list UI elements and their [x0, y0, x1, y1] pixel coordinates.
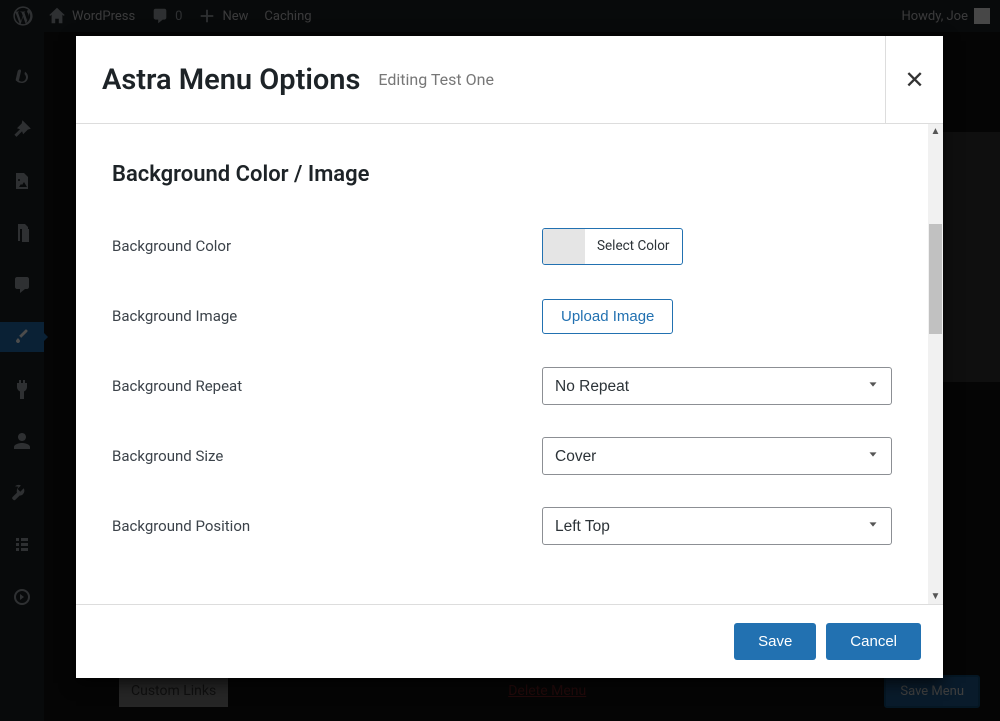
- field-background-position: Background Position Left Top: [112, 507, 898, 545]
- cancel-button[interactable]: Cancel: [826, 623, 921, 660]
- close-button[interactable]: ✕: [885, 36, 943, 124]
- bg-size-label: Background Size: [112, 447, 542, 465]
- select-color-label: Select Color: [585, 238, 682, 254]
- select-color-button[interactable]: Select Color: [542, 228, 683, 265]
- color-swatch: [543, 229, 585, 264]
- save-button[interactable]: Save: [734, 623, 816, 660]
- field-background-repeat: Background Repeat No Repeat: [112, 367, 898, 405]
- scroll-up-icon[interactable]: ▲: [928, 124, 943, 139]
- bg-image-label: Background Image: [112, 307, 542, 325]
- scroll-thumb[interactable]: [929, 224, 942, 334]
- bg-color-label: Background Color: [112, 237, 542, 255]
- scrollbar[interactable]: ▲ ▼: [928, 124, 943, 604]
- field-background-color: Background Color Select Color: [112, 227, 898, 265]
- upload-image-button[interactable]: Upload Image: [542, 299, 673, 334]
- bg-position-select[interactable]: Left Top: [542, 507, 892, 545]
- field-background-size: Background Size Cover: [112, 437, 898, 475]
- scroll-down-icon[interactable]: ▼: [928, 589, 943, 604]
- close-icon: ✕: [904, 66, 924, 94]
- bg-repeat-select[interactable]: No Repeat: [542, 367, 892, 405]
- astra-menu-options-modal: Astra Menu Options Editing Test One ✕ Ba…: [76, 36, 943, 678]
- modal-header: Astra Menu Options Editing Test One ✕: [76, 36, 943, 124]
- field-background-image: Background Image Upload Image: [112, 297, 898, 335]
- modal-body: Background Color / Image Background Colo…: [76, 124, 943, 604]
- modal-footer: Save Cancel: [76, 604, 943, 678]
- section-title: Background Color / Image: [112, 162, 898, 187]
- bg-size-select[interactable]: Cover: [542, 437, 892, 475]
- modal-title: Astra Menu Options: [102, 63, 360, 97]
- modal-subtitle: Editing Test One: [378, 70, 494, 89]
- bg-position-label: Background Position: [112, 517, 542, 535]
- bg-repeat-label: Background Repeat: [112, 377, 542, 395]
